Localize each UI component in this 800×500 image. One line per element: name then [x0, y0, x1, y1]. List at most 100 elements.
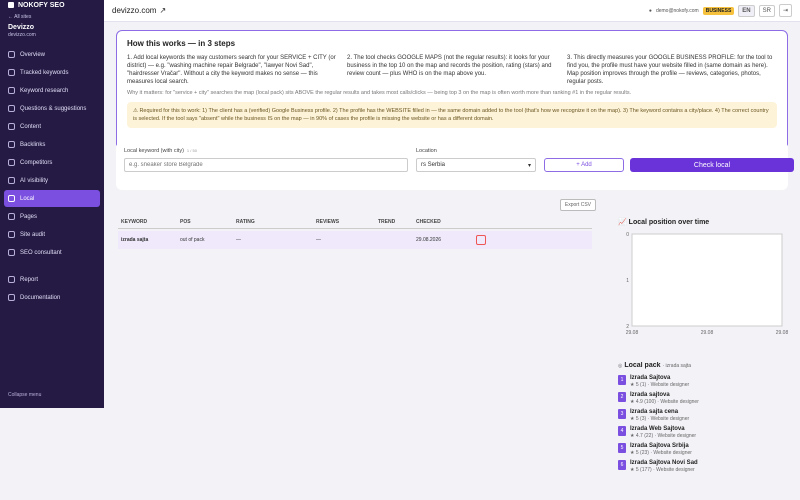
brand-name: NOKOFY SEO	[18, 1, 65, 9]
sidebar-item-keyword-research[interactable]: Keyword research	[4, 82, 100, 99]
content-icon	[8, 123, 15, 130]
how-title: How this works — in 3 steps	[127, 39, 236, 48]
position-chart: 01229.08 29.08 29.08	[626, 232, 789, 336]
position-chart-panel: 📈 Local position over time 0 1 2 29.08 29.08…	[618, 218, 788, 348]
rank-badge: 1	[618, 375, 626, 385]
local-icon	[8, 195, 15, 202]
local-pack-panel: ◎ Local pack · izrada sajta 1 Izrada Sajt…	[618, 362, 788, 500]
overview-icon	[8, 51, 15, 58]
keyword-research-icon	[8, 87, 15, 94]
sidebar: NOKOFY SEO ← All sites Devizzo devizzo.c…	[0, 0, 104, 408]
pack-item-name: Izrada Sajtova Srbija	[630, 443, 689, 449]
cell-pos: out of pack	[180, 237, 205, 243]
sidebar-item-questions[interactable]: Questions & suggestions	[4, 100, 100, 117]
table-row[interactable]: izrada sajta out of pack — — 29.08.2026	[118, 231, 592, 249]
sidebar-item-report[interactable]: Report	[4, 271, 100, 288]
report-icon	[8, 276, 15, 283]
how-steps: 1. Add local keywords the way customers …	[127, 54, 777, 86]
search-panel: Local keyword (with city)1 / 50 Location…	[116, 142, 794, 190]
competitors-icon	[8, 159, 15, 166]
cell-keyword: izrada sajta	[121, 237, 149, 243]
site-audit-icon	[8, 231, 15, 238]
col-reviews[interactable]: REVIEWS	[316, 219, 378, 228]
external-link-icon[interactable]: ↗	[159, 6, 166, 15]
user-email: demo@nokofy.com	[655, 7, 699, 14]
rank-badge: 5	[618, 443, 626, 453]
sidebar-nav: Overview Tracked keywords Keyword resear…	[0, 46, 104, 306]
col-pos[interactable]: POS	[180, 219, 236, 228]
keywords-table-panel: Export CSV KEYWORD POS RATING REVIEWS TR…	[116, 197, 600, 397]
delete-icon[interactable]	[476, 235, 486, 245]
nav-divider	[0, 262, 104, 270]
sidebar-item-backlinks[interactable]: Backlinks	[4, 136, 100, 153]
sidebar-item-content[interactable]: Content	[4, 118, 100, 135]
lang-en-button[interactable]: EN	[738, 4, 755, 17]
brand[interactable]: NOKOFY SEO	[0, 0, 104, 10]
sidebar-item-local[interactable]: Local	[4, 190, 100, 207]
location-select[interactable]: rs Serbia ▾	[416, 158, 536, 172]
add-keyword-button[interactable]: + Add	[544, 158, 624, 172]
check-local-button[interactable]: Check local	[630, 158, 794, 172]
x-tick-label: 29.08	[776, 330, 788, 336]
keyword-input[interactable]	[124, 158, 408, 172]
pack-item-meta: ★ 5 (23) · Website designer	[630, 450, 692, 456]
lang-sr-button[interactable]: SR	[758, 4, 775, 17]
user-icon: ●	[648, 7, 652, 14]
pack-item-name: Izrada Sajtova	[630, 375, 671, 381]
keyword-label: Local keyword (with city) 1 / 50	[124, 148, 197, 154]
cell-reviews: —	[316, 237, 321, 243]
list-item[interactable]: 5 Izrada Sajtova Srbija ★ 5 (23) · Website…	[618, 443, 788, 456]
logout-icon[interactable]: ⇥	[778, 4, 792, 17]
list-item[interactable]: 6 Izrada Sajtova Novi Sad ★ 5 (177) · Webs…	[618, 460, 788, 473]
chevron-down-icon: ▾	[527, 162, 531, 169]
map-pin-icon: ◎	[618, 363, 623, 369]
collapse-menu-button[interactable]: Collapse menu	[8, 392, 41, 398]
sidebar-item-seo-consultant[interactable]: SEO consultant	[4, 244, 100, 261]
sidebar-item-competitors[interactable]: Competitors	[4, 154, 100, 171]
rank-badge: 3	[618, 409, 626, 419]
rank-badge: 4	[618, 426, 626, 436]
y-tick-label: 1	[626, 278, 629, 284]
how-step-3: 3. This directly measures your GOOGLE BU…	[567, 55, 773, 85]
col-trend: TREND	[378, 219, 396, 225]
site-domain-link[interactable]: devizzo.com	[0, 32, 104, 38]
cell-rating: —	[236, 237, 241, 243]
pack-item-meta: ★ 5 (1) · Website designer	[630, 382, 690, 388]
rank-badge: 6	[618, 460, 626, 470]
sidebar-item-pages[interactable]: Pages	[4, 208, 100, 225]
how-step-2: 2. The tool checks GOOGLE MAPS (not the …	[347, 55, 552, 77]
sidebar-item-ai-visibility[interactable]: AI visibility	[4, 172, 100, 189]
col-keyword[interactable]: KEYWORD	[118, 219, 180, 228]
backlinks-icon	[8, 141, 15, 148]
documentation-icon	[8, 294, 15, 301]
pack-item-meta: ★ 5 (3) · Website designer	[630, 416, 690, 422]
sidebar-item-site-audit[interactable]: Site audit	[4, 226, 100, 243]
cell-actions	[466, 235, 592, 245]
pack-item-name: Izrada Web Sajtova	[630, 426, 685, 432]
main-content: How this works — in 3 steps 1. Add local…	[104, 22, 800, 500]
all-sites-link[interactable]: ← All sites	[0, 14, 104, 20]
sidebar-item-overview[interactable]: Overview	[4, 46, 100, 63]
page-title: devizzo.com ↗	[112, 6, 167, 15]
tracked-keywords-icon	[8, 69, 15, 76]
y-tick-label: 0	[626, 232, 629, 238]
col-actions	[466, 219, 592, 228]
cell-checked: 29.08.2026	[416, 237, 442, 243]
rank-badge: 2	[618, 392, 626, 402]
list-item[interactable]: 1 Izrada Sajtova ★ 5 (1) · Website designe…	[618, 375, 788, 388]
table-header: KEYWORD POS RATING REVIEWS TREND CHECKED	[118, 219, 592, 229]
brand-logo-icon	[8, 2, 14, 8]
list-item[interactable]: 4 Izrada Web Sajtova ★ 4.7 (22) · Website …	[618, 426, 788, 439]
pack-title: ◎ Local pack · izrada sajta	[618, 362, 692, 369]
col-rating[interactable]: RATING	[236, 219, 316, 228]
col-checked[interactable]: CHECKED	[416, 219, 466, 228]
list-item[interactable]: 2 Izrada sajtova ★ 4.9 (100) · Website des…	[618, 392, 788, 405]
sidebar-item-tracked-keywords[interactable]: Tracked keywords	[4, 64, 100, 81]
sidebar-item-documentation[interactable]: Documentation	[4, 289, 100, 306]
keyword-count: 1 / 50	[186, 148, 197, 153]
export-csv-button[interactable]: Export CSV	[559, 199, 596, 211]
list-item[interactable]: 3 Izrada sajta cena ★ 5 (3) · Website desi…	[618, 409, 788, 422]
chart-plot-area	[631, 233, 783, 327]
how-it-works-panel: How this works — in 3 steps 1. Add local…	[116, 30, 788, 150]
pack-item-meta: ★ 4.7 (22) · Website designer	[630, 433, 697, 439]
